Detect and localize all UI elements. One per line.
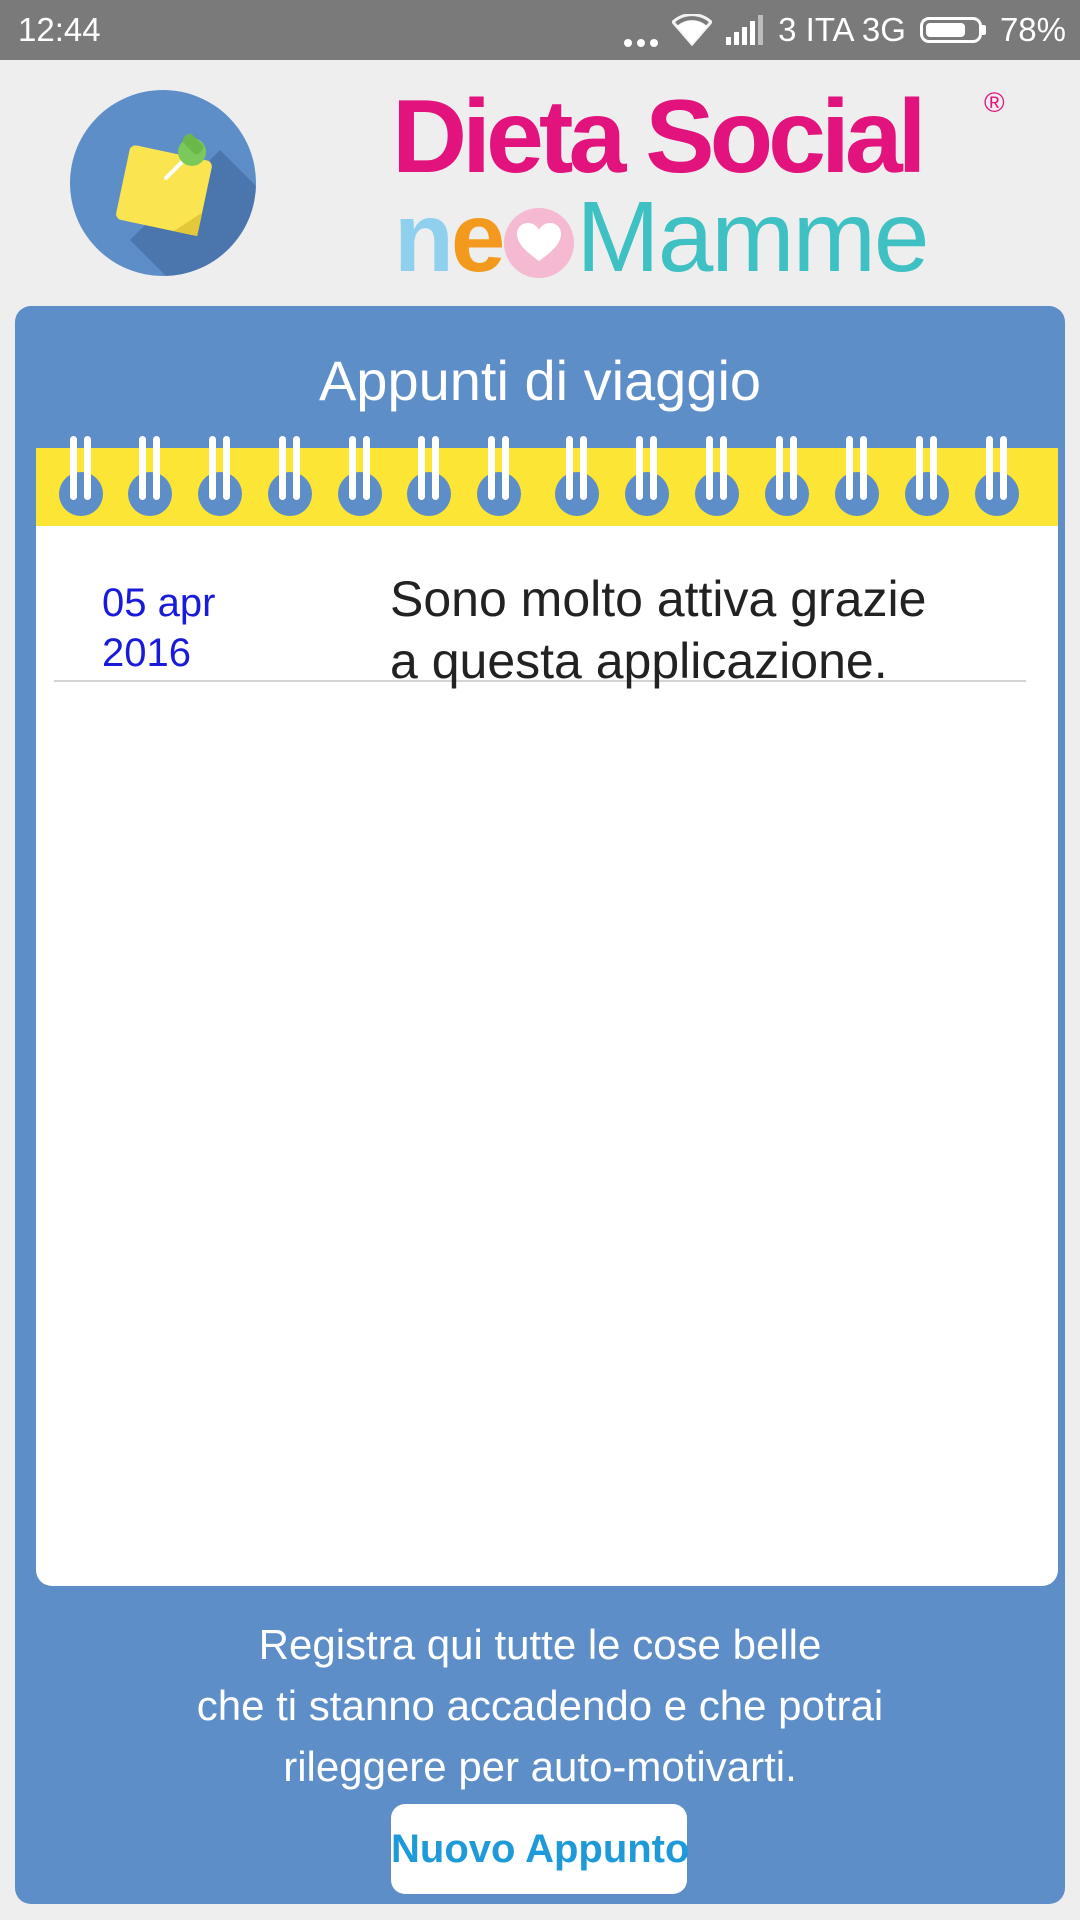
wifi-icon [672,14,713,46]
spiral-ring-icon [268,436,312,518]
note-date: 05 apr 2016 [102,578,302,678]
spiral-ring-icon [128,436,172,518]
spiral-ring-icon [407,436,451,518]
note-text-line: a questa applicazione. [390,633,888,689]
page-title: Appunti di viaggio [318,349,762,412]
battery-percent: 78% [999,11,1066,48]
note-list-item[interactable]: 05 apr 2016 Sono molto attiva grazie a q… [54,548,1026,689]
notebook: 05 apr 2016 Sono molto attiva grazie a q… [36,436,1058,1586]
spiral-ring-icon [338,436,382,518]
spiral-ring-icon [835,436,879,518]
spiral-ring-icon [765,436,809,518]
spiral-ring-icon [555,436,599,518]
spiral-ring-icon [625,436,669,518]
note-text-line: Sono molto attiva grazie [390,571,927,627]
more-notifications-icon [624,27,659,47]
note-text: Sono molto attiva grazie a questa applic… [390,568,1020,692]
status-icons: 3 ITA 3G 78% [624,8,1066,52]
logo-letter-e: e [450,182,505,292]
instructions-line: Registra qui tutte le cose belle [258,1621,822,1668]
heart-icon [504,208,575,278]
instructions-text: Registra qui tutte le cose belle che ti … [15,1614,1065,1797]
notes-panel: Appunti di viaggio 05 apr 2016 Sono molt… [15,306,1065,1904]
carrier-label: 3 ITA 3G [778,11,906,48]
spiral-ring-icon [975,436,1019,518]
instructions-line: rileggere per auto-motivarti. [283,1743,797,1790]
spiral-ring-icon [198,436,242,518]
spiral-binding [36,436,1058,526]
instructions-line: che ti stanno accadendo e che potrai [196,1682,884,1729]
brand-logo: Dieta Social ® n e Mamme [392,79,1032,292]
logo-dieta-social: Dieta Social [392,79,927,195]
logo-letter-n: n [394,182,454,292]
registered-mark: ® [984,87,1005,118]
spiral-ring-icon [695,436,739,518]
signal-icon [726,15,764,45]
spiral-ring-icon [477,436,521,518]
battery-icon [919,17,986,43]
status-time: 12:44 [18,11,101,48]
logo-mamme: Mamme [576,181,929,293]
status-bar: 12:44 3 ITA 3G 78% [0,0,1080,60]
spiral-ring-icon [905,436,949,518]
new-note-button[interactable]: Nuovo Appunto [391,1804,689,1894]
spiral-ring-icon [59,436,103,518]
logo-neomamme: n e Mamme [394,181,930,293]
sticky-note-icon [70,90,256,276]
note-date-day: 05 apr [102,581,216,625]
note-date-year: 2016 [102,631,191,675]
